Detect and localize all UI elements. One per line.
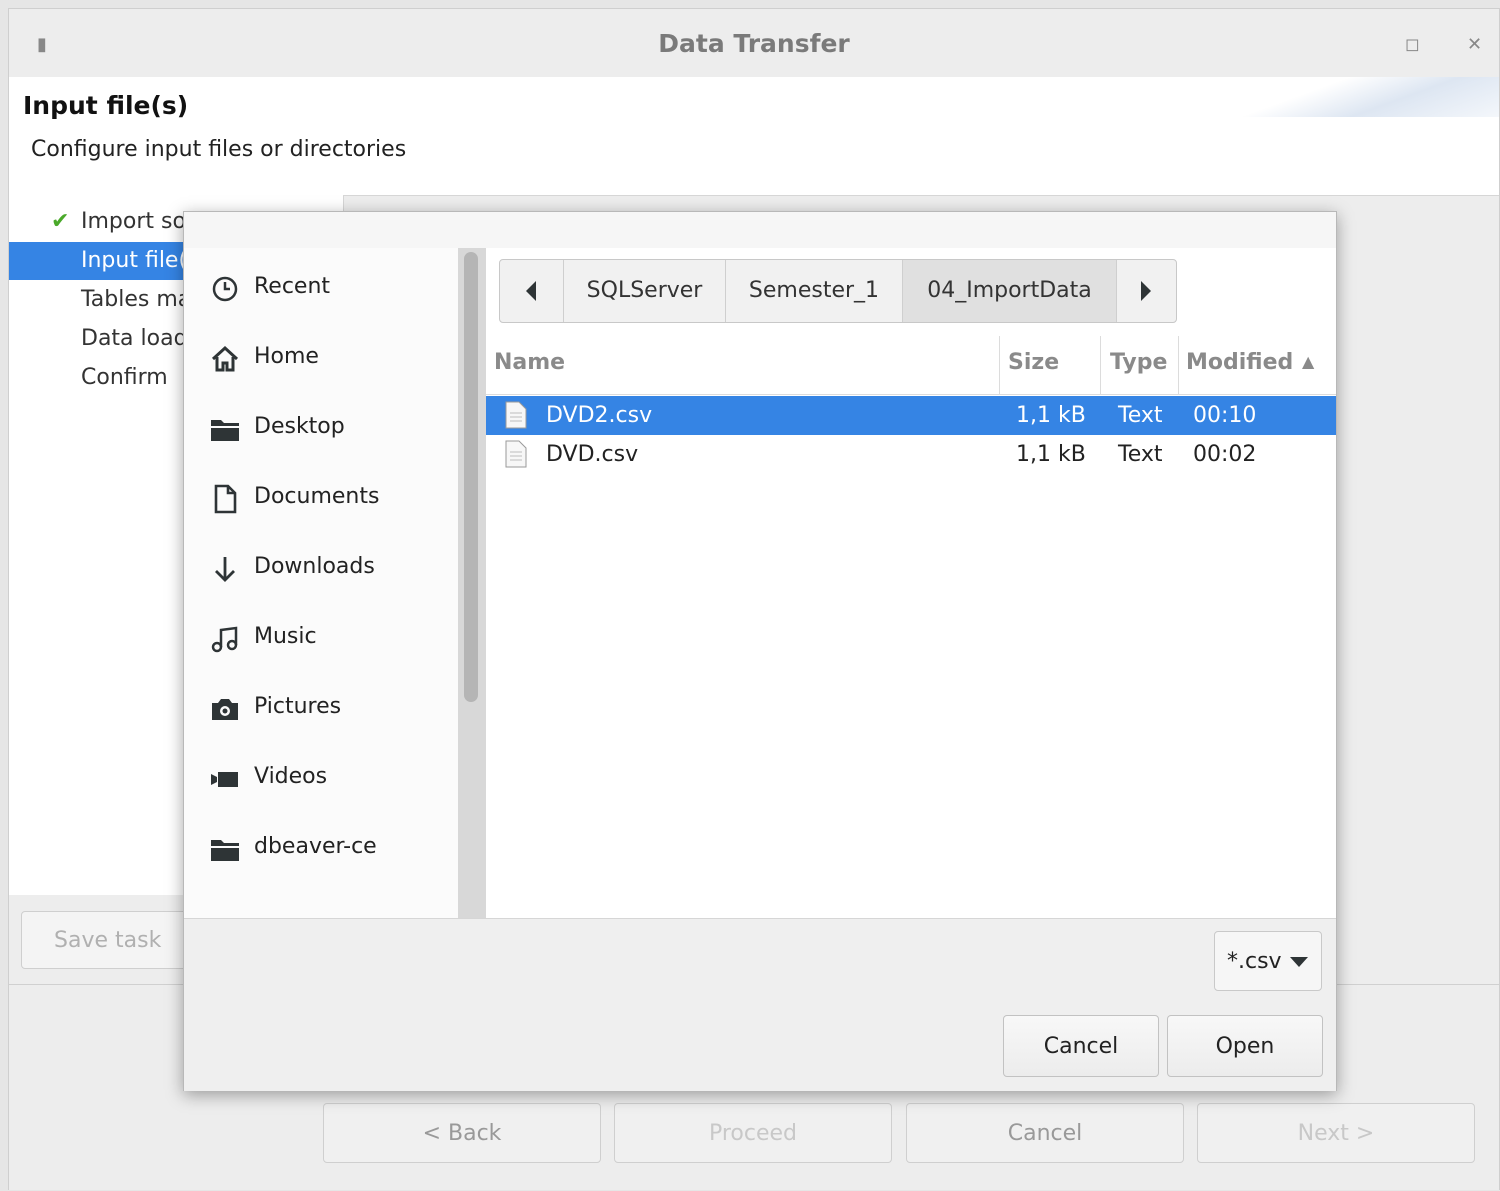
clock-icon [212, 276, 238, 302]
path-segment-importdata[interactable]: 04_ImportData [903, 260, 1117, 322]
places-scrollbar[interactable] [464, 252, 478, 702]
column-separator [1100, 336, 1101, 394]
column-separator [1178, 336, 1179, 394]
open-button[interactable]: Open [1167, 1015, 1323, 1077]
back-button[interactable]: < Back [323, 1103, 601, 1163]
places-sidebar: Recent Home Desktop Documents Downloads … [184, 248, 459, 918]
wizard-header: Input file(s) Configure input files or d… [9, 77, 1499, 196]
close-icon[interactable]: ✕ [1467, 34, 1482, 55]
text-file-icon [505, 401, 527, 429]
path-segment-sqlserver[interactable]: SQLServer [564, 260, 726, 322]
folder-icon [211, 840, 239, 861]
folder-icon [211, 420, 239, 441]
place-home[interactable]: Home [184, 324, 458, 394]
place-label: Desktop [254, 414, 345, 439]
home-icon [211, 345, 239, 372]
file-list: Name Size Type Modified ▲ DVD2.csv 1,1 k… [486, 332, 1336, 918]
camera-icon [212, 699, 238, 720]
dialog-title-area[interactable] [184, 212, 1336, 248]
wizard-step-label: Confirm [81, 365, 168, 390]
path-bar: SQLServer Semester_1 04_ImportData [499, 259, 1177, 323]
dialog-cancel-button[interactable]: Cancel [1003, 1015, 1159, 1077]
proceed-button[interactable]: Proceed [614, 1103, 892, 1163]
wizard-cancel-button[interactable]: Cancel [906, 1103, 1184, 1163]
title-bar[interactable]: ▮ Data Transfer ◻ ✕ [9, 9, 1499, 77]
check-icon: ✔ [51, 209, 70, 234]
place-label: Home [254, 344, 319, 369]
place-desktop[interactable]: Desktop [184, 394, 458, 464]
chevron-down-icon [1290, 957, 1308, 967]
place-videos[interactable]: Videos [184, 744, 458, 814]
column-type-header[interactable]: Type [1110, 350, 1167, 375]
header-banner-graphic [1239, 77, 1499, 117]
place-pictures[interactable]: Pictures [184, 674, 458, 744]
file-filter-dropdown[interactable]: *.csv [1214, 931, 1322, 991]
file-type: Text [1118, 442, 1163, 467]
file-chooser-dialog: Recent Home Desktop Documents Downloads … [183, 211, 1337, 1091]
document-icon [214, 484, 237, 514]
file-modified: 00:10 [1193, 403, 1257, 428]
file-row[interactable]: DVD2.csv 1,1 kB Text 00:10 [486, 396, 1336, 435]
text-file-icon [505, 440, 527, 468]
place-music[interactable]: Music [184, 604, 458, 674]
window-title: Data Transfer [658, 29, 850, 58]
file-row[interactable]: DVD.csv 1,1 kB Text 00:02 [486, 435, 1336, 474]
place-label: Music [254, 624, 317, 649]
music-note-icon [211, 626, 238, 653]
page-title: Input file(s) [23, 91, 189, 120]
filter-value: *.csv [1227, 949, 1282, 974]
file-name: DVD.csv [546, 442, 639, 467]
sort-ascending-icon: ▲ [1302, 352, 1315, 371]
place-downloads[interactable]: Downloads [184, 534, 458, 604]
path-back-button[interactable] [500, 260, 564, 322]
column-separator [999, 336, 1000, 394]
file-list-header: Name Size Type Modified ▲ [486, 332, 1336, 395]
place-recent[interactable]: Recent [184, 254, 458, 324]
dialog-action-area: *.csv Cancel Open [184, 918, 1336, 1091]
place-label: Documents [254, 484, 380, 509]
video-camera-icon [211, 772, 238, 787]
path-segment-semester[interactable]: Semester_1 [726, 260, 903, 322]
place-label: Videos [254, 764, 328, 789]
place-label: Pictures [254, 694, 342, 719]
place-label: dbeaver-ce [254, 834, 377, 859]
page-subtitle: Configure input files or directories [31, 137, 407, 162]
file-type: Text [1118, 403, 1163, 428]
next-button[interactable]: Next > [1197, 1103, 1475, 1163]
column-name-header[interactable]: Name [494, 350, 565, 375]
column-modified-header[interactable]: Modified [1186, 350, 1293, 375]
place-label: Downloads [254, 554, 375, 579]
place-documents[interactable]: Documents [184, 464, 458, 534]
file-name: DVD2.csv [546, 403, 653, 428]
column-size-header[interactable]: Size [1008, 350, 1059, 375]
path-forward-button[interactable] [1117, 260, 1176, 322]
file-modified: 00:02 [1193, 442, 1257, 467]
file-size: 1,1 kB [1016, 403, 1086, 428]
download-arrow-icon [215, 557, 235, 582]
arrow-left-icon [526, 281, 536, 301]
arrow-right-icon [1141, 281, 1151, 301]
file-size: 1,1 kB [1016, 442, 1086, 467]
place-label: Recent [254, 274, 331, 299]
maximize-icon[interactable]: ◻ [1405, 34, 1420, 55]
place-dbeaver-ce[interactable]: dbeaver-ce [184, 814, 458, 884]
